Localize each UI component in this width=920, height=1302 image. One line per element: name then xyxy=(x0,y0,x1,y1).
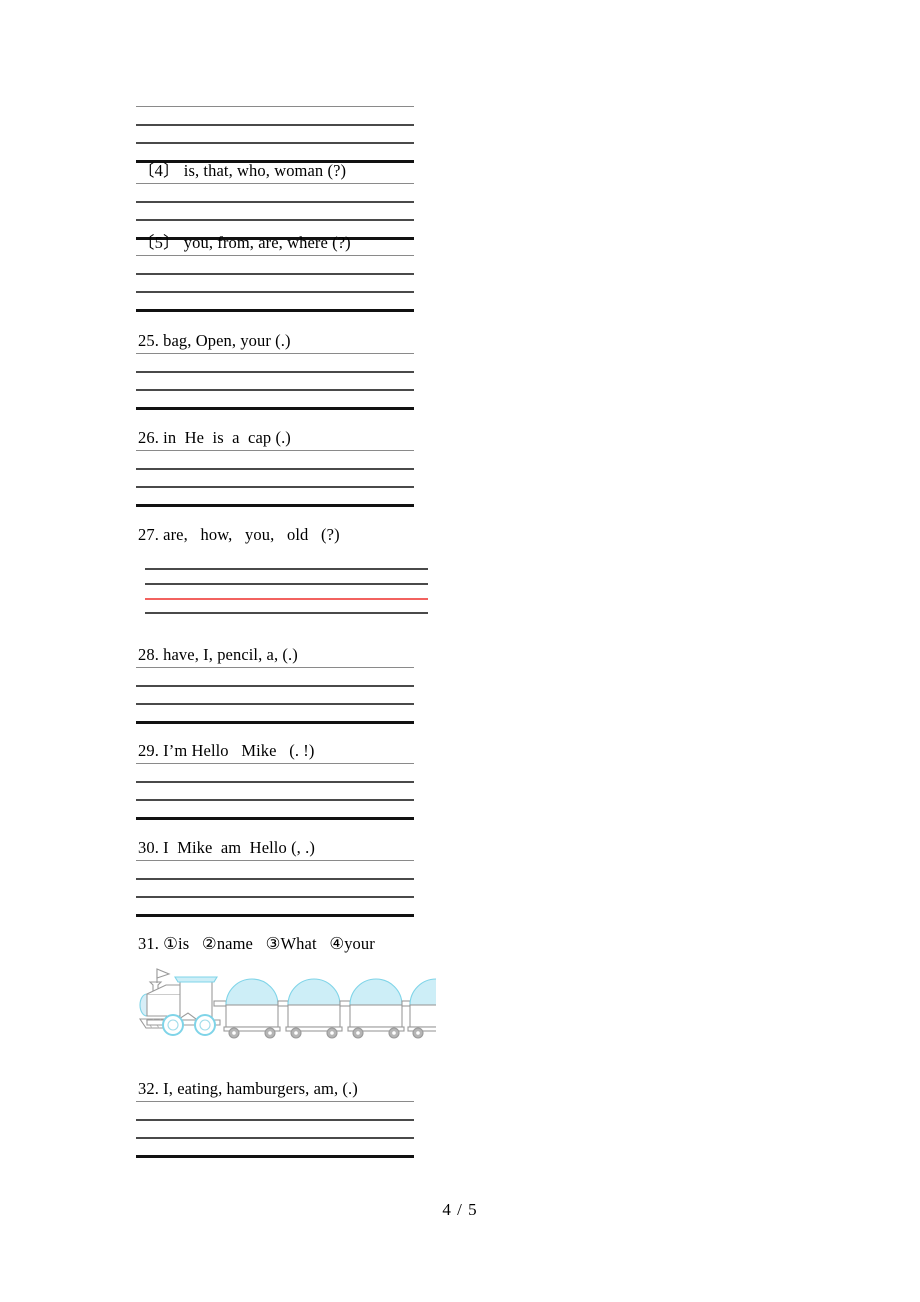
rule-line-2 xyxy=(136,371,414,373)
rule-line-4 xyxy=(136,1155,414,1158)
ruled-line-group[interactable] xyxy=(136,860,414,917)
ruled-line-group[interactable] xyxy=(136,763,414,820)
rule-line-3 xyxy=(136,703,414,705)
rule-line-1 xyxy=(136,1101,414,1102)
rule-line-3 xyxy=(136,389,414,391)
rule-line-2 xyxy=(136,781,414,783)
ruled-line-group[interactable] xyxy=(136,1101,414,1158)
rule-line-1 xyxy=(136,106,414,107)
train-icon xyxy=(138,968,436,1039)
question-text: 29. I’m Hello Mike (. !) xyxy=(138,741,315,760)
rule-line-4 xyxy=(136,407,414,410)
question-item-5: 〔5〕 you, from, are, where (?) xyxy=(136,232,414,312)
ruled-line-group xyxy=(136,106,414,163)
rule-line-2 xyxy=(136,273,414,275)
question-item-28: 28. have, I, pencil, a, (.) xyxy=(136,644,414,724)
train-car-4 xyxy=(407,978,436,1039)
ruled-line-group[interactable] xyxy=(136,183,414,240)
rule-line-2 xyxy=(136,124,414,126)
train-car-2 xyxy=(285,978,343,1039)
question-item-31: 31. ①is ②name ③What ④your xyxy=(136,933,456,955)
question-text: 32. I, eating, hamburgers, am, (.) xyxy=(138,1079,358,1098)
question-item-26: 26. in He is a cap (.) xyxy=(136,427,414,507)
rule-line-2 xyxy=(136,1119,414,1121)
rule-line-3 xyxy=(136,291,414,293)
question-text: 31. ①is ②name ③What ④your xyxy=(138,934,375,953)
train-car-1 xyxy=(223,978,281,1039)
rule-line-1 xyxy=(136,353,414,354)
question-item-27: 27. are, how, you, old (?) xyxy=(136,524,428,614)
question-item-32: 32. I, eating, hamburgers, am, (.) xyxy=(136,1078,414,1158)
rule-line-1 xyxy=(136,860,414,861)
question-text: 30. I Mike am Hello (, .) xyxy=(138,838,315,857)
question-item-30: 30. I Mike am Hello (, .) xyxy=(136,837,414,917)
rule-line-1 xyxy=(136,667,414,668)
rule-line-2 xyxy=(136,878,414,880)
ruled-line-group[interactable] xyxy=(145,568,428,614)
rule-line-4 xyxy=(136,817,414,820)
question-item-29: 29. I’m Hello Mike (. !) xyxy=(136,740,414,820)
question-text: 〔4〕 is, that, who, woman (?) xyxy=(138,161,347,180)
rule-line-3 xyxy=(136,219,414,221)
rule-line-1 xyxy=(136,763,414,764)
train-illustration xyxy=(136,965,436,1040)
rule-line-4 xyxy=(136,504,414,507)
ruled-line-group[interactable] xyxy=(136,353,414,410)
rule-line-1 xyxy=(136,450,414,451)
rule-line-2 xyxy=(136,685,414,687)
rule-line-3 xyxy=(136,142,414,144)
rule-line-1 xyxy=(145,568,428,570)
rule-line-4 xyxy=(145,612,428,614)
top-partial-answer-lines xyxy=(136,105,414,163)
rule-line-2 xyxy=(136,468,414,470)
rule-line-3 xyxy=(136,799,414,801)
rule-line-1 xyxy=(136,255,414,256)
rule-line-4 xyxy=(136,914,414,917)
question-text: 28. have, I, pencil, a, (.) xyxy=(138,645,298,664)
question-item-25: 25. bag, Open, your (.) xyxy=(136,330,414,410)
page-footer: 4 / 5 xyxy=(0,1200,920,1220)
question-text: 26. in He is a cap (.) xyxy=(138,428,291,447)
question-text: 25. bag, Open, your (.) xyxy=(138,331,291,350)
page-number: 4 / 5 xyxy=(442,1200,478,1219)
question-item-4: 〔4〕 is, that, who, woman (?) xyxy=(136,160,414,240)
question-text: 27. are, how, you, old (?) xyxy=(138,525,340,544)
rule-line-3 xyxy=(136,896,414,898)
rule-line-1 xyxy=(136,183,414,184)
ruled-line-group[interactable] xyxy=(136,667,414,724)
rule-line-2 xyxy=(136,201,414,203)
rule-line-3 xyxy=(136,1137,414,1139)
rule-line-2 xyxy=(145,583,428,585)
ruled-line-group[interactable] xyxy=(136,450,414,507)
question-text: 〔5〕 you, from, are, where (?) xyxy=(138,233,351,252)
train-car-3 xyxy=(347,978,405,1039)
ruled-line-group[interactable] xyxy=(136,255,414,312)
rule-line-3-highlighted xyxy=(145,598,428,600)
rule-line-4 xyxy=(136,309,414,312)
worksheet-page: 〔4〕 is, that, who, woman (?) 〔5〕 you, fr… xyxy=(0,0,920,1302)
rule-line-3 xyxy=(136,486,414,488)
rule-line-4 xyxy=(136,721,414,724)
